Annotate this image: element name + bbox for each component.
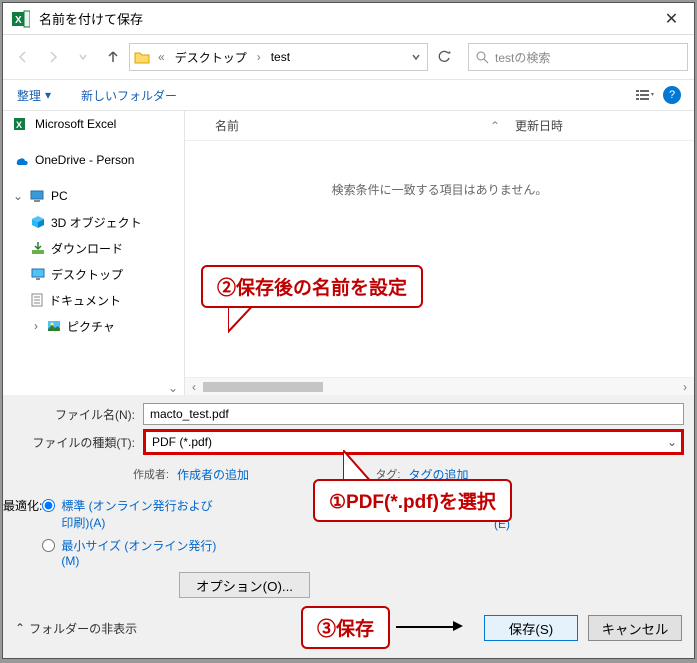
search-placeholder: testの検索 xyxy=(495,49,550,66)
expand-icon[interactable]: ⌄ xyxy=(13,189,23,203)
chevron-right-icon: › xyxy=(255,50,263,64)
picture-icon xyxy=(47,320,61,332)
organize-menu[interactable]: 整理▾ xyxy=(11,84,57,107)
horizontal-scrollbar[interactable]: ‹ › xyxy=(185,377,694,395)
column-date[interactable]: 更新日時 xyxy=(515,117,694,134)
hide-folders-toggle[interactable]: ⌃ フォルダーの非表示 xyxy=(15,620,137,637)
onedrive-icon xyxy=(13,154,29,166)
tree-label: ピクチャ xyxy=(67,318,115,335)
breadcrumb-segment[interactable]: デスクトップ xyxy=(173,49,249,66)
tree-label: 3D オブジェクト xyxy=(51,214,142,231)
folder-icon xyxy=(134,50,150,64)
scroll-right-icon[interactable]: › xyxy=(676,380,694,394)
annotation-3: ③保存 xyxy=(301,606,390,649)
tree-label: ダウンロード xyxy=(51,240,123,257)
pc-icon xyxy=(29,189,45,203)
help-button[interactable]: ? xyxy=(658,83,686,107)
close-button[interactable]: ✕ xyxy=(649,3,694,35)
tree-item-3d[interactable]: 3D オブジェクト xyxy=(3,209,184,235)
filename-label: ファイル名(N): xyxy=(13,406,143,423)
tree-label: Microsoft Excel xyxy=(35,117,116,131)
address-dropdown[interactable] xyxy=(409,52,423,62)
cancel-button[interactable]: キャンセル xyxy=(588,615,682,641)
filetype-dropdown[interactable]: PDF (*.pdf) ⌄ xyxy=(143,429,684,455)
address-bar[interactable]: « デスクトップ › test xyxy=(129,43,428,71)
tree-item-pc[interactable]: ⌄ PC xyxy=(3,183,184,209)
document-icon xyxy=(31,293,43,307)
optimize-label: 最適化: xyxy=(3,497,42,568)
chevron-down-icon: ▾ xyxy=(45,88,51,102)
excel-icon: X xyxy=(13,116,29,132)
tree-item-documents[interactable]: ドキュメント xyxy=(3,287,184,313)
nav-forward-button[interactable] xyxy=(39,43,67,71)
window-title: 名前を付けて保存 xyxy=(39,9,649,28)
refresh-button[interactable] xyxy=(430,43,458,71)
filename-input[interactable] xyxy=(143,403,684,425)
options-button[interactable]: オプション(O)... xyxy=(179,572,310,598)
tree-label: ドキュメント xyxy=(49,292,121,309)
search-icon xyxy=(475,50,489,64)
optimize-minsize-radio[interactable]: 最小サイズ (オンライン発行)(M) xyxy=(42,537,221,568)
filetype-label: ファイルの種類(T): xyxy=(13,434,143,451)
nav-back-button[interactable] xyxy=(9,43,37,71)
folder-tree[interactable]: X Microsoft Excel OneDrive - Person ⌄ PC… xyxy=(3,111,185,395)
chevron-up-icon: ⌃ xyxy=(15,621,25,635)
annotation-1: ①PDF(*.pdf)を選択 xyxy=(313,479,512,522)
filetype-value: PDF (*.pdf) xyxy=(152,435,212,449)
nav-up-button[interactable] xyxy=(99,43,127,71)
tree-item-pictures[interactable]: › ピクチャ xyxy=(3,313,184,339)
download-icon xyxy=(31,241,45,255)
svg-text:X: X xyxy=(15,15,22,26)
tree-item-downloads[interactable]: ダウンロード xyxy=(3,235,184,261)
author-label: 作成者: xyxy=(13,466,177,482)
tree-scroll-down[interactable]: ⌄ xyxy=(168,381,180,395)
save-button[interactable]: 保存(S) xyxy=(484,615,578,641)
tree-label: デスクトップ xyxy=(51,266,123,283)
new-folder-button[interactable]: 新しいフォルダー xyxy=(75,84,183,107)
author-add-link[interactable]: 作成者の追加 xyxy=(177,466,249,483)
arrow-head-icon xyxy=(453,621,463,631)
scroll-left-icon[interactable]: ‹ xyxy=(185,380,203,394)
expand-icon[interactable]: › xyxy=(31,319,41,333)
tree-item-onedrive[interactable]: OneDrive - Person xyxy=(3,147,184,173)
arrow-line xyxy=(396,626,456,628)
tree-item-excel[interactable]: X Microsoft Excel xyxy=(3,111,184,137)
tree-label: OneDrive - Person xyxy=(35,153,134,167)
search-input[interactable]: testの検索 xyxy=(468,43,688,71)
view-options-button[interactable] xyxy=(630,83,658,107)
scroll-thumb[interactable] xyxy=(203,382,323,392)
chevron-down-icon: ⌄ xyxy=(667,435,677,449)
optimize-standard-radio[interactable]: 標準 (オンライン発行および印刷)(A) xyxy=(42,497,221,531)
tree-label: PC xyxy=(51,189,68,203)
annotation-2: ②保存後の名前を設定 xyxy=(201,265,423,308)
empty-message: 検索条件に一致する項目はありません。 xyxy=(185,141,694,377)
nav-recent-dropdown[interactable] xyxy=(69,43,97,71)
breadcrumb-segment[interactable]: test xyxy=(269,50,292,64)
column-name[interactable]: 名前 xyxy=(185,117,475,134)
radio-input[interactable] xyxy=(42,499,55,512)
cube-icon xyxy=(31,215,45,229)
tree-item-desktop[interactable]: デスクトップ xyxy=(3,261,184,287)
excel-app-icon: X xyxy=(11,9,31,29)
svg-text:X: X xyxy=(16,120,22,130)
desktop-icon xyxy=(31,267,45,281)
breadcrumb-root-chevron[interactable]: « xyxy=(156,50,167,64)
sort-indicator-icon: ⌃ xyxy=(475,119,515,133)
radio-input[interactable] xyxy=(42,539,55,552)
